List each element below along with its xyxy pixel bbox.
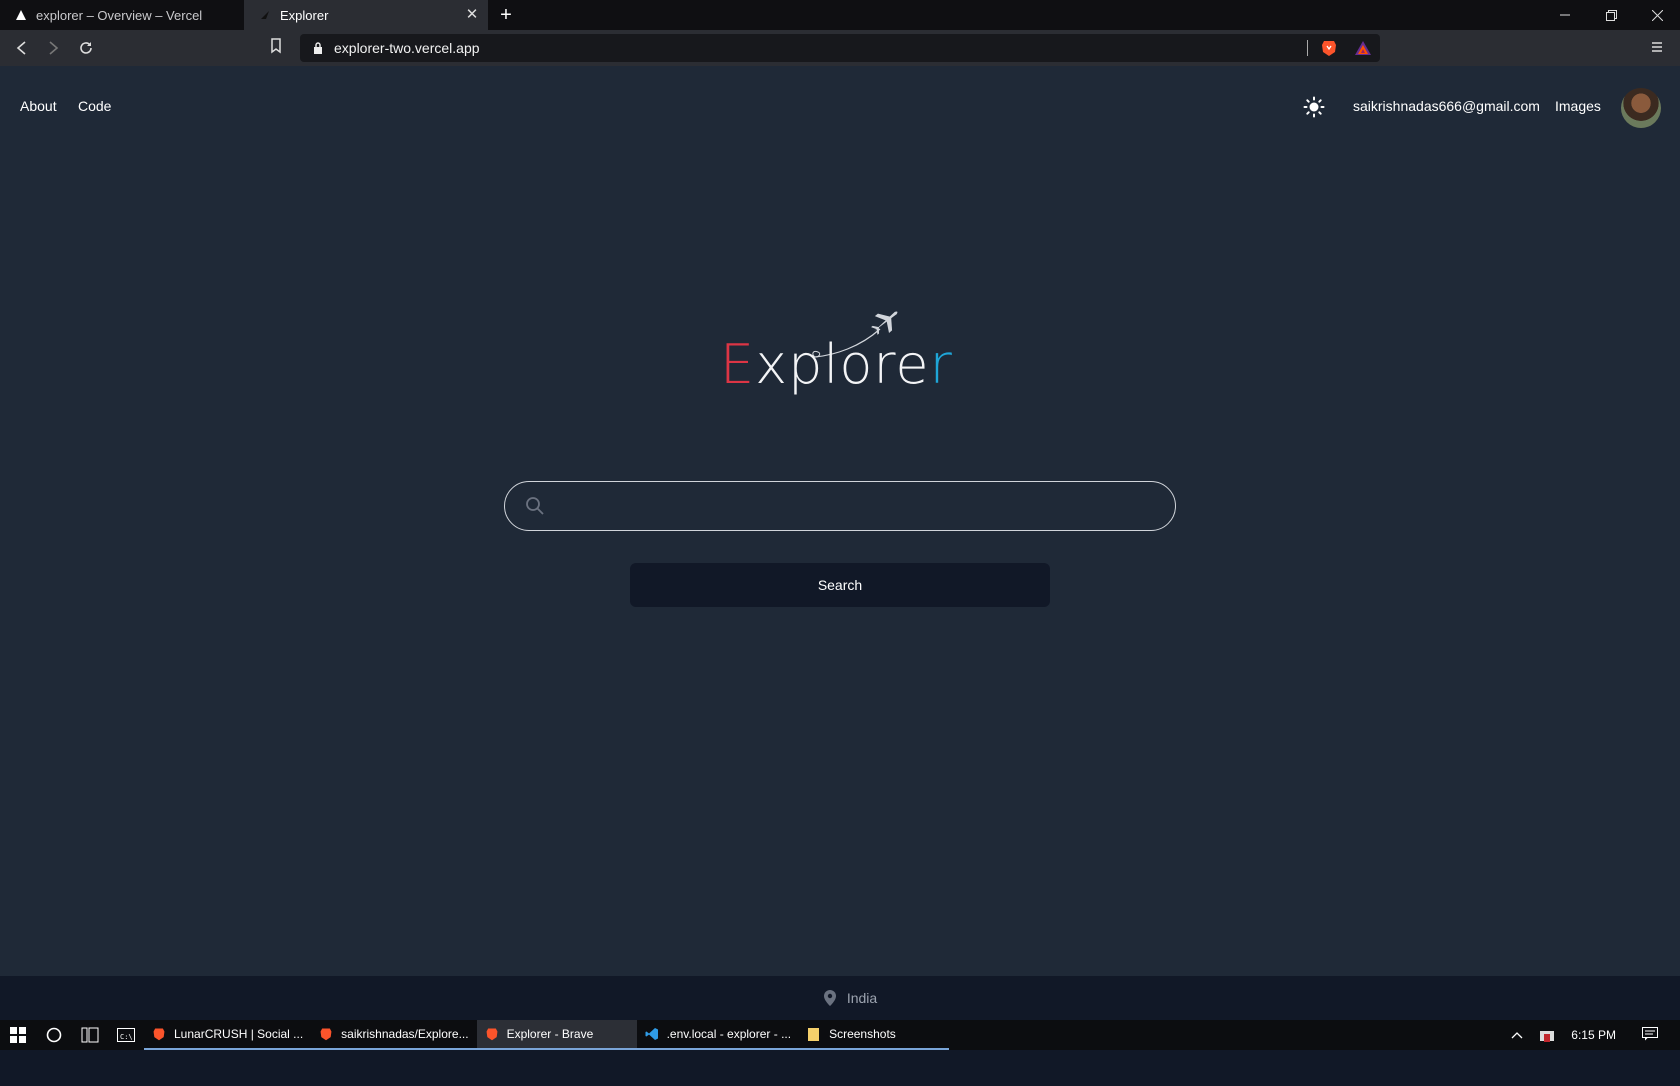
vscode-icon (645, 1028, 658, 1040)
back-icon[interactable] (12, 38, 32, 58)
taskbar-app-screenshots[interactable]: Screenshots (799, 1020, 950, 1050)
location-text: India (846, 990, 878, 1006)
lock-icon (312, 41, 324, 55)
url-text: explorer-two.vercel.app (334, 40, 480, 56)
avatar[interactable] (1621, 88, 1661, 128)
tab-vercel[interactable]: explorer – Overview – Vercel (0, 0, 244, 30)
search-box (504, 481, 1176, 531)
forward-icon[interactable] (43, 38, 63, 58)
browser-toolbar: explorer-two.vercel.app (0, 30, 1680, 66)
brave-icon (153, 1028, 165, 1041)
taskbar-app-label: Explorer - Brave (506, 1027, 594, 1041)
close-window-icon[interactable] (1634, 0, 1680, 30)
taskbar-app-label: .env.local - explorer - ... (666, 1027, 792, 1041)
explorer-logo: Explorer (720, 311, 960, 412)
location-pin-icon (823, 990, 836, 1006)
terminal-icon[interactable]: C:\ (108, 1020, 144, 1050)
bookmark-icon[interactable] (270, 38, 286, 58)
menu-icon[interactable] (1650, 40, 1666, 56)
search-circle-icon[interactable] (36, 1020, 72, 1050)
svg-text:C:\: C:\ (120, 1033, 133, 1041)
vercel-triangle-icon (14, 8, 28, 22)
reload-icon[interactable] (76, 38, 96, 58)
minimize-icon[interactable] (1542, 0, 1588, 30)
windows-taskbar: C:\ LunarCRUSH | Social ... saikrishnada… (0, 1020, 1680, 1050)
system-tray: 6:15 PM (1503, 1020, 1680, 1050)
user-email-link[interactable]: saikrishnadas666@gmail.com (1353, 98, 1540, 114)
notification-badge-icon[interactable] (1539, 1026, 1555, 1045)
location-footer: India (0, 976, 1680, 1020)
search-input[interactable] (557, 486, 1155, 526)
brave-icon (320, 1028, 332, 1041)
tab-explorer[interactable]: Explorer ✕ (244, 0, 488, 30)
folder-icon (808, 1028, 820, 1041)
logo-letter-r: r (929, 333, 953, 396)
brave-rewards-icon[interactable] (1354, 39, 1372, 57)
action-center-icon[interactable] (1642, 1026, 1658, 1044)
task-view-icon[interactable] (72, 1020, 108, 1050)
windows-start-icon[interactable] (0, 1020, 36, 1050)
logo-wordmark: Explorer (720, 338, 953, 392)
divider (1307, 40, 1308, 56)
address-bar[interactable]: explorer-two.vercel.app (300, 34, 1380, 62)
taskbar-app-label: Screenshots (829, 1027, 896, 1041)
taskbar-app-lunarcrush[interactable]: LunarCRUSH | Social ... (144, 1020, 312, 1050)
nav-about-link[interactable]: About (20, 98, 57, 114)
close-tab-icon[interactable]: ✕ (464, 7, 480, 23)
logo-middle: xplore (755, 333, 930, 396)
clock-time[interactable]: 6:15 PM (1571, 1028, 1616, 1042)
browser-tab-strip: explorer – Overview – Vercel Explorer ✕ … (0, 0, 1680, 30)
nav-code-link[interactable]: Code (78, 98, 111, 114)
restore-icon[interactable] (1588, 0, 1634, 30)
logo-letter-e: E (720, 333, 756, 396)
brave-shields-icon[interactable] (1320, 39, 1338, 57)
taskbar-app-vscode[interactable]: .env.local - explorer - ... (636, 1020, 800, 1050)
taskbar-app-label: LunarCRUSH | Social ... (174, 1027, 304, 1041)
taskbar-app-label: saikrishnadas/Explore... (341, 1027, 469, 1041)
search-button[interactable]: Search (630, 563, 1050, 607)
brave-icon (486, 1028, 498, 1041)
top-navigation: About Code saikrishnadas666@gmail.com Im… (0, 66, 1680, 148)
taskbar-app-github[interactable]: saikrishnadas/Explore... (311, 1020, 477, 1050)
nav-images-link[interactable]: Images (1555, 98, 1601, 114)
taskbar-app-explorer-brave[interactable]: Explorer - Brave (476, 1020, 637, 1050)
new-tab-button[interactable]: + (488, 0, 524, 30)
chevron-up-icon[interactable] (1511, 1028, 1523, 1042)
tab-title: Explorer (280, 7, 329, 23)
theme-toggle-sun-icon[interactable] (1303, 96, 1325, 118)
explorer-favicon-icon (258, 8, 272, 22)
search-icon (525, 496, 545, 516)
explorer-page: About Code saikrishnadas666@gmail.com Im… (0, 66, 1680, 1086)
tab-title: explorer – Overview – Vercel (36, 7, 203, 23)
